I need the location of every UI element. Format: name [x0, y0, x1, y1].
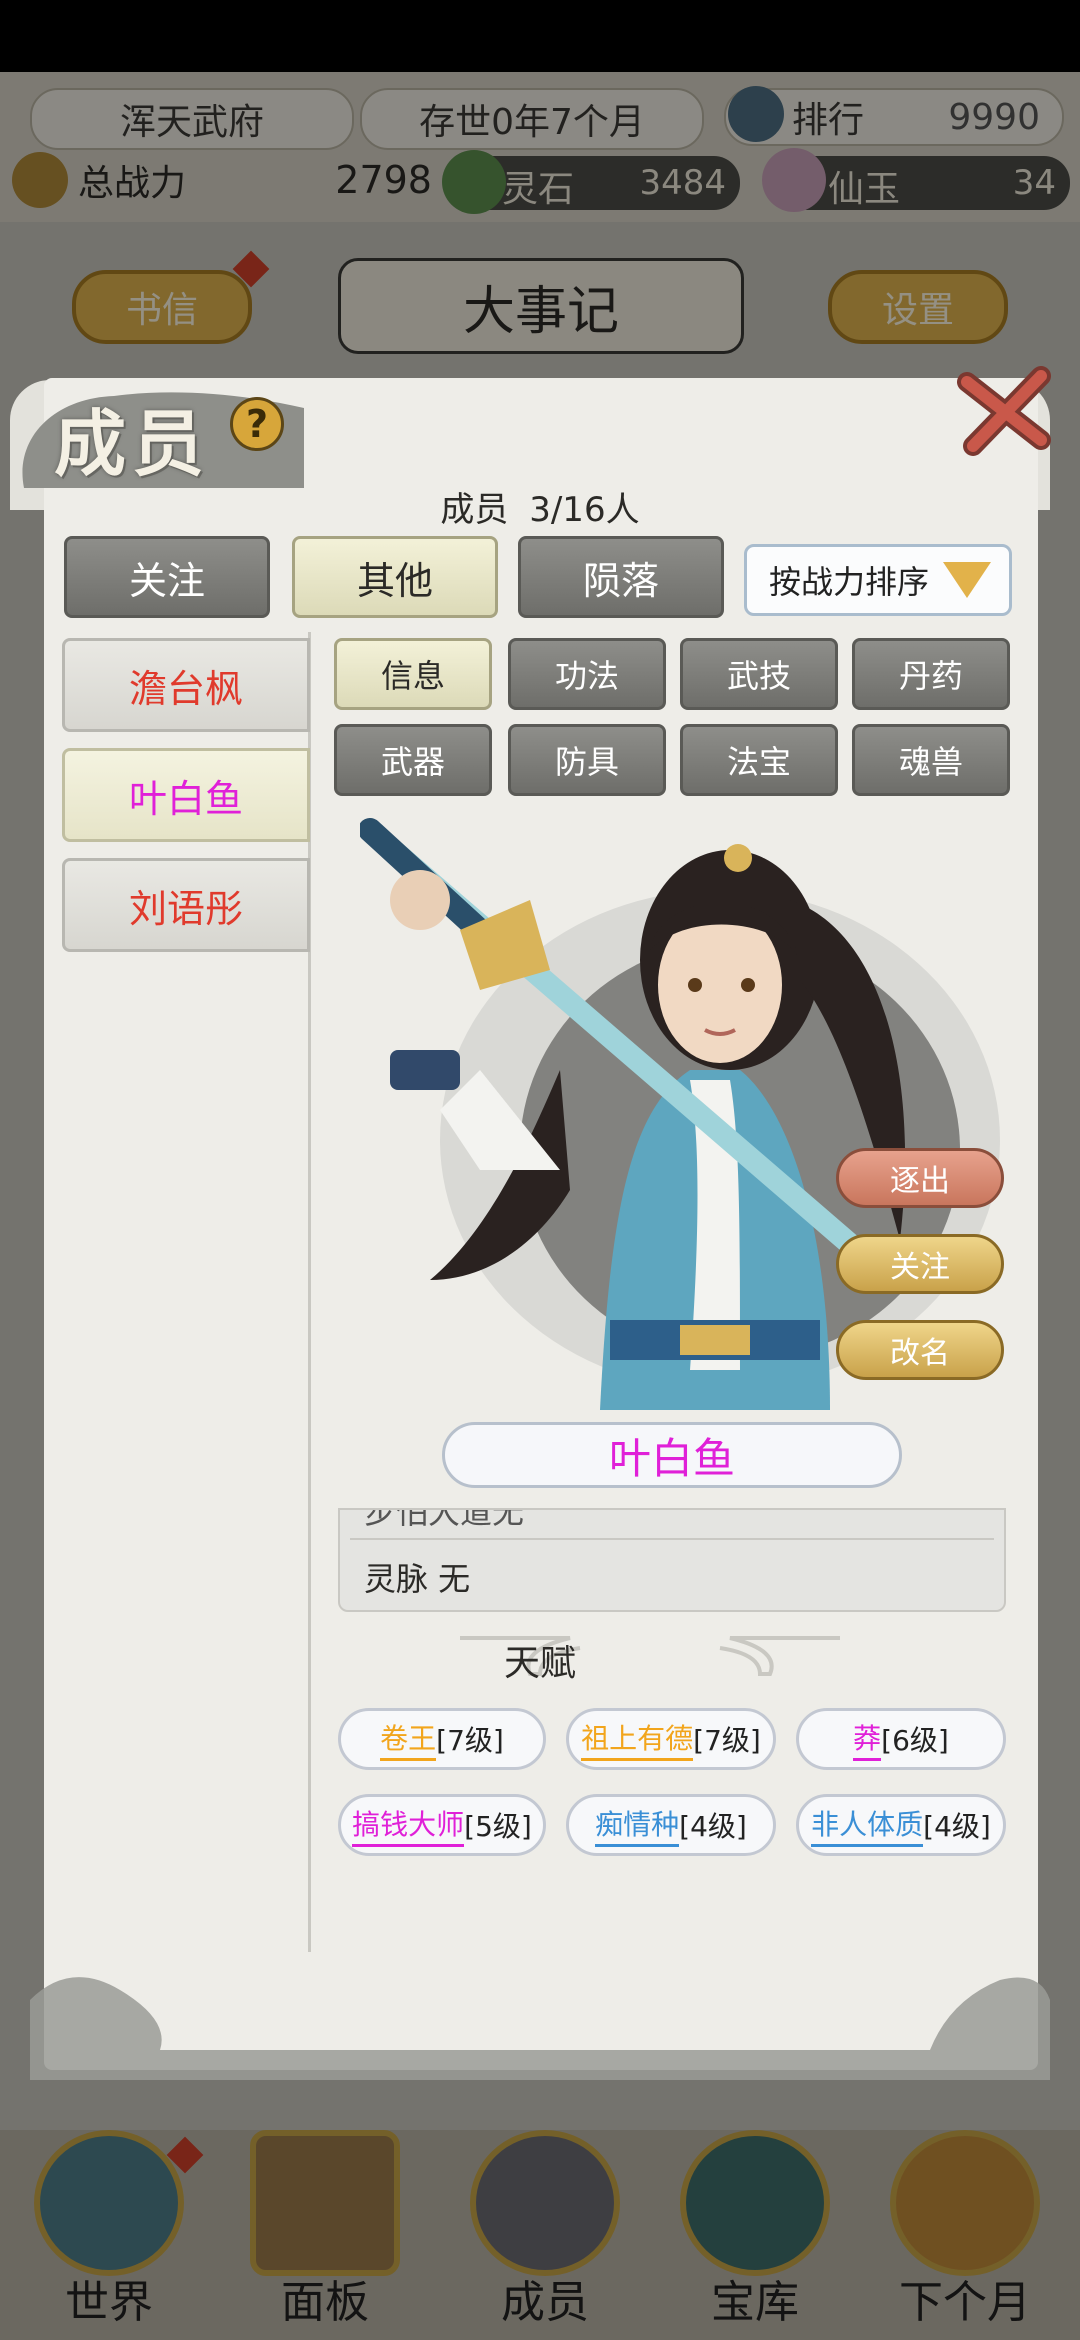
talent-4[interactable]: 搞钱大师 [5级]: [338, 1794, 546, 1856]
talent-6[interactable]: 非人体质 [4级]: [796, 1794, 1006, 1856]
member-item-2[interactable]: 叶白鱼: [62, 748, 310, 842]
help-icon[interactable]: ?: [230, 397, 284, 451]
talents-title: 天赋: [503, 1643, 576, 1684]
talent-name: 卷王: [380, 1717, 437, 1761]
panel-title: 成员: [54, 401, 211, 486]
talent-level: [7级]: [693, 1724, 761, 1757]
member-count-value: 3/16人: [529, 490, 640, 530]
tab-soul-beast[interactable]: 魂兽: [852, 724, 1010, 796]
sort-dropdown[interactable]: 按战力排序: [744, 544, 1012, 616]
sort-label: 按战力排序: [769, 563, 930, 601]
talent-3[interactable]: 莽 [6级]: [796, 1708, 1006, 1770]
tab-pills[interactable]: 丹药: [852, 638, 1010, 710]
talent-level: [7级]: [436, 1724, 504, 1757]
tab-info[interactable]: 信息: [334, 638, 492, 710]
tab-artifact[interactable]: 法宝: [680, 724, 838, 796]
info-line-partial: 步怕大道无: [364, 1510, 525, 1531]
member-count-label: 成员: [440, 490, 509, 530]
follow-button[interactable]: 关注: [836, 1234, 1004, 1294]
talent-2[interactable]: 祖上有德 [7级]: [566, 1708, 776, 1770]
rename-button[interactable]: 改名: [836, 1320, 1004, 1380]
member-count: 成员 3/16人: [0, 482, 1080, 531]
info-box: 步怕大道无 灵脉 无: [338, 1508, 1006, 1612]
member-item-3[interactable]: 刘语彤: [62, 858, 310, 952]
tab-cultivation[interactable]: 功法: [508, 638, 666, 710]
bottom-cloud-ornament: [30, 1977, 1050, 2080]
talent-name: 祖上有德: [581, 1717, 694, 1761]
talent-name: 莽: [853, 1717, 882, 1761]
tab-follow[interactable]: 关注: [64, 536, 270, 618]
member-item-1[interactable]: 澹台枫: [62, 638, 310, 732]
talent-1[interactable]: 卷王 [7级]: [338, 1708, 546, 1770]
talent-name: 痴情种: [595, 1803, 680, 1847]
talent-level: [5级]: [464, 1810, 532, 1843]
talent-level: [4级]: [679, 1810, 747, 1843]
close-icon[interactable]: [955, 360, 1055, 460]
talent-level: [4级]: [923, 1810, 991, 1843]
spirit-vein: 灵脉 无: [364, 1560, 471, 1598]
character-name: 叶白鱼: [442, 1422, 902, 1488]
tab-other[interactable]: 其他: [292, 536, 498, 618]
talent-name: 非人体质: [811, 1803, 924, 1847]
talent-level: [6级]: [881, 1724, 949, 1757]
tab-fallen[interactable]: 陨落: [518, 536, 724, 618]
tab-armor[interactable]: 防具: [508, 724, 666, 796]
dropdown-arrow-icon: [943, 562, 992, 598]
talent-5[interactable]: 痴情种 [4级]: [566, 1794, 776, 1856]
tab-weapon[interactable]: 武器: [334, 724, 492, 796]
tab-martial-skills[interactable]: 武技: [680, 638, 838, 710]
expel-button[interactable]: 逐出: [836, 1148, 1004, 1208]
talent-name: 搞钱大师: [352, 1803, 465, 1847]
